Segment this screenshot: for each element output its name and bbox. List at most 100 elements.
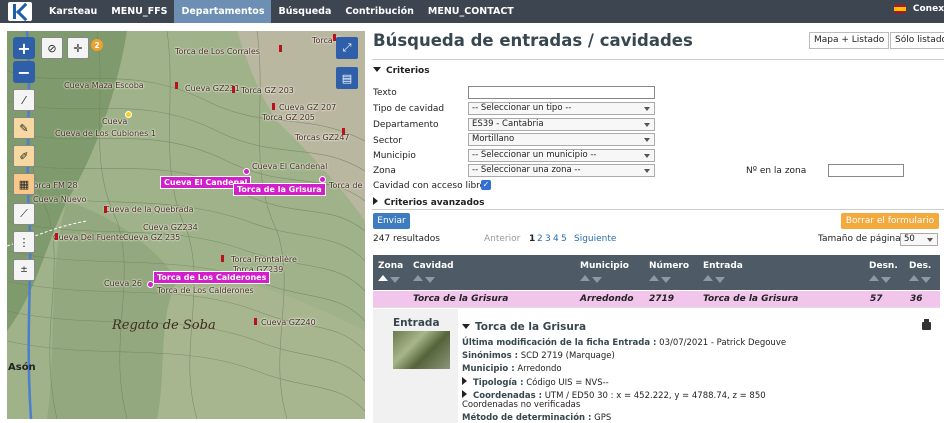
nav-busqueda[interactable]: Búsqueda <box>271 0 338 23</box>
map-label[interactable]: Torca FM 28 <box>30 181 78 190</box>
crosshair-icon[interactable]: ✛ <box>67 37 89 59</box>
connect-link[interactable]: Conex <box>913 4 944 14</box>
sort-asc-icon[interactable] <box>703 275 713 281</box>
next-page-link[interactable]: Siguiente <box>574 234 616 244</box>
nav-menu-contact[interactable]: MENU_CONTACT <box>421 0 521 23</box>
col-municipio[interactable]: Municipio <box>580 261 629 271</box>
page-link[interactable]: 4 <box>553 234 559 244</box>
map-label[interactable]: Torca de Los Corrales <box>175 47 260 56</box>
sort-desc-icon[interactable] <box>592 277 602 283</box>
sort-desc-icon[interactable] <box>715 277 725 283</box>
text-input[interactable] <box>468 86 655 99</box>
karsteau-logo-icon[interactable] <box>8 2 32 21</box>
detail-typology[interactable]: Tipología : Código UIS = NVS-- <box>462 377 609 388</box>
submit-button[interactable]: Enviar <box>373 213 410 229</box>
cell-entrada[interactable]: Torca de la Grisura <box>703 294 798 304</box>
map-label[interactable]: Cueva Del Fuente <box>53 233 124 242</box>
page-link[interactable]: 2 <box>537 234 543 244</box>
page-size-select[interactable]: 50 <box>900 233 938 246</box>
sort-asc-icon[interactable] <box>378 275 388 281</box>
map-label[interactable]: Cueva de Los Cubiones 1 <box>55 129 156 138</box>
zone-select[interactable]: -- Seleccionar una zona -- <box>468 164 655 177</box>
cave-marker-icon[interactable] <box>221 255 224 262</box>
nav-menu-ffs[interactable]: MENU_FFS <box>104 0 174 23</box>
nav-departamentos[interactable]: Departamentos <box>174 0 272 23</box>
map-label[interactable]: Cueva GZ240 <box>261 318 316 327</box>
split-icon[interactable]: ⟋ <box>13 203 35 225</box>
draw-path-icon[interactable]: ✎ <box>13 117 35 139</box>
page-link-current[interactable]: 1 <box>529 234 535 244</box>
map-label[interactable]: Cueva GZ 235 <box>123 233 180 242</box>
sort-desc-icon[interactable] <box>425 277 435 283</box>
sort-asc-icon[interactable] <box>649 275 659 281</box>
cave-marker-icon[interactable] <box>104 206 107 213</box>
selected-cave-tag[interactable]: Torca de la Grisura <box>233 183 326 196</box>
nav-karsteau[interactable]: Karsteau <box>42 0 104 23</box>
zoom-out-button[interactable]: − <box>13 61 35 83</box>
map-label[interactable]: Cueva GZ234 <box>143 223 198 232</box>
zoom-in-button[interactable]: + <box>13 37 35 59</box>
map-label[interactable]: Cueva 26 <box>104 279 142 288</box>
sort-desc-icon[interactable] <box>390 277 400 283</box>
sort-asc-icon[interactable] <box>413 275 423 281</box>
cave-type-select[interactable]: -- Seleccionar un tipo -- <box>468 102 655 115</box>
reset-form-button[interactable]: Borrar el formulario <box>841 213 939 229</box>
cave-marker-icon[interactable] <box>254 318 257 325</box>
map-label[interactable]: Cueva El Candenal <box>252 162 327 171</box>
map-label[interactable]: Cueva Maza Escoba <box>64 81 144 90</box>
measure-icon[interactable]: ⊘ <box>41 37 63 59</box>
selected-cave-dot-icon[interactable] <box>319 176 326 183</box>
municipality-select[interactable]: -- Seleccionar un municipio -- <box>468 149 655 162</box>
map-label[interactable]: Torca GZ 203 <box>241 86 294 95</box>
sort-desc-icon[interactable] <box>881 277 891 283</box>
entrance-marker-icon[interactable] <box>125 111 132 118</box>
draw-line-icon[interactable]: ⁄ <box>13 89 35 111</box>
map-view[interactable]: Torca de Los Corrales Torca G Cueva Maza… <box>7 31 365 419</box>
plus-minus-icon[interactable]: ± <box>13 259 35 281</box>
map-label[interactable]: Torca de <box>329 181 362 190</box>
sector-select[interactable]: Mortillano <box>468 133 655 146</box>
sort-asc-icon[interactable] <box>909 275 919 281</box>
selected-cave-dot-icon[interactable] <box>147 281 154 288</box>
map-label[interactable]: Cueva de la Quebrada <box>104 205 194 214</box>
zone-number-input[interactable] <box>828 164 904 177</box>
col-entrada[interactable]: Entrada <box>703 261 743 271</box>
map-label[interactable]: Cueva Nuevo <box>33 195 86 204</box>
sort-asc-icon[interactable] <box>580 275 590 281</box>
selected-cave-dot-icon[interactable] <box>243 168 250 175</box>
map-label[interactable]: Torca de Los Calderones <box>157 286 254 295</box>
advanced-criteria-toggle[interactable]: Criterios avanzados <box>373 197 484 208</box>
print-icon[interactable] <box>922 319 931 330</box>
department-select[interactable]: ES39 - Cantabria <box>468 118 655 131</box>
cave-marker-icon[interactable] <box>232 86 235 93</box>
fullscreen-icon[interactable]: ⤢ <box>336 37 358 59</box>
criteria-toggle[interactable]: Criterios <box>373 66 430 76</box>
free-access-checkbox[interactable]: ✓ <box>481 180 491 190</box>
map-label[interactable]: Torca Frontalière <box>231 255 297 264</box>
nav-contribucion[interactable]: Contribución <box>338 0 421 23</box>
detail-name[interactable]: Torca de la Grisura <box>462 321 586 333</box>
edit-icon[interactable]: ✐ <box>13 145 35 167</box>
col-zona[interactable]: Zona <box>378 261 403 271</box>
cave-marker-icon[interactable] <box>55 233 58 240</box>
cave-marker-icon[interactable] <box>279 45 282 52</box>
spanish-flag-icon[interactable] <box>893 4 906 13</box>
prev-page-link[interactable]: Anterior <box>484 234 520 244</box>
page-link[interactable]: 5 <box>561 234 567 244</box>
ruler-icon[interactable]: ▦ <box>13 173 35 195</box>
entrance-photo[interactable] <box>393 331 450 369</box>
view-map-list-button[interactable]: Mapa + Listado <box>809 32 890 49</box>
route-icon[interactable]: ⋮ <box>13 231 35 253</box>
col-cavidad[interactable]: Cavidad <box>413 261 454 271</box>
sort-asc-icon[interactable] <box>869 275 879 281</box>
cave-marker-icon[interactable] <box>272 103 275 110</box>
selected-cave-tag[interactable]: Torca de Los Calderones <box>153 271 271 284</box>
cave-marker-icon[interactable] <box>342 128 345 135</box>
cell-cavidad[interactable]: Torca de la Grisura <box>413 294 508 304</box>
map-label[interactable]: Cueva GZ 207 <box>279 103 336 112</box>
col-desarrollo[interactable]: Des. <box>909 261 931 271</box>
col-numero[interactable]: Número <box>649 261 689 271</box>
layers-icon[interactable]: ▤ <box>336 67 358 89</box>
col-desnivel[interactable]: Desn. <box>869 261 898 271</box>
cave-marker-icon[interactable] <box>175 82 178 89</box>
